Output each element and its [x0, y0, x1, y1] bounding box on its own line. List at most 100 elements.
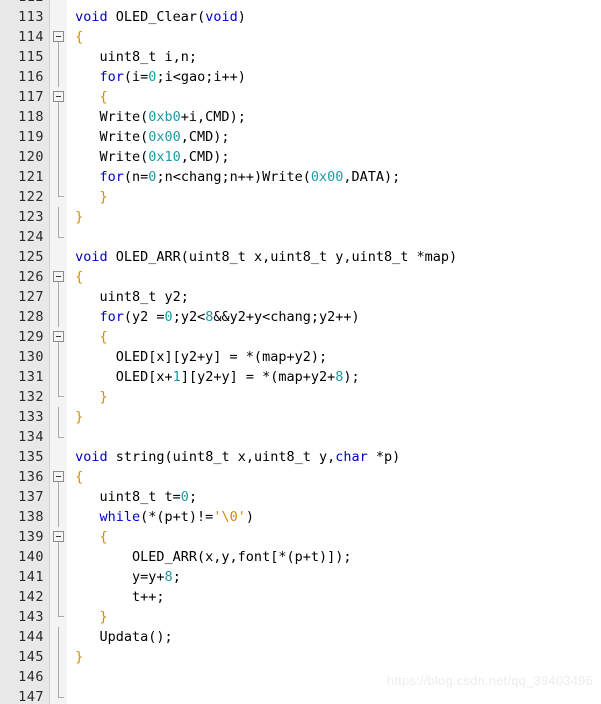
code-token: t++; — [67, 589, 165, 605]
code-line[interactable]: 139 { — [0, 527, 601, 547]
code-text: void OLED_Clear(void) — [67, 7, 246, 27]
code-line[interactable]: 116 for(i=0;i<gao;i++) — [0, 67, 601, 87]
fold-collapse-box[interactable] — [53, 331, 64, 342]
code-line[interactable]: 121 for(n=0;n<chang;n++)Write(0x00,DATA)… — [0, 167, 601, 187]
code-line[interactable]: 143 } — [0, 607, 601, 627]
code-token: { — [99, 529, 108, 545]
code-line[interactable]: 140 OLED_ARR(x,y,font[*(p+t)]); — [0, 547, 601, 567]
code-token: OLED_Clear — [107, 9, 198, 25]
code-line[interactable]: 128 for(y2 =0;y2<8&&y2+y<chang;y2++) — [0, 307, 601, 327]
code-token: ) — [245, 509, 254, 525]
code-token: ; — [172, 569, 181, 585]
line-number: 136 — [18, 469, 44, 485]
code-line[interactable]: 122 } — [0, 187, 601, 207]
code-token: ,CMD); — [180, 149, 230, 165]
fold-collapse-box[interactable] — [53, 531, 64, 542]
code-text: t++; — [67, 587, 165, 607]
watermark-text: https://blog.csdn.net/qq_39403496 — [386, 673, 593, 688]
code-token: (n= — [123, 169, 149, 185]
code-text: OLED[x][y2+y] = *(map+y2); — [67, 347, 327, 367]
line-number: 114 — [18, 29, 44, 45]
code-text: uint8_t i,n; — [67, 47, 198, 67]
code-line[interactable]: 113 void OLED_Clear(void) — [0, 7, 601, 27]
fold-collapse-box[interactable] — [53, 31, 64, 42]
code-line[interactable]: 130 OLED[x][y2+y] = *(map+y2); — [0, 347, 601, 367]
fold-guide-line — [58, 67, 59, 87]
code-token: string(uint8_t x,uint8_t y, — [107, 449, 336, 465]
code-line[interactable]: 144 Updata(); — [0, 627, 601, 647]
code-text: OLED_ARR(x,y,font[*(p+t)]); — [67, 547, 351, 567]
code-line[interactable]: 134 — [0, 427, 601, 447]
code-line[interactable]: 136 { — [0, 467, 601, 487]
line-number: 129 — [18, 329, 44, 345]
code-line[interactable]: 133 } — [0, 407, 601, 427]
code-line[interactable]: 125 void OLED_ARR(uint8_t x,uint8_t y,ui… — [0, 247, 601, 267]
code-editor[interactable]: 112113 void OLED_Clear(void)114 {115 uin… — [0, 0, 601, 704]
fold-guide-line-nested — [58, 387, 64, 397]
line-number: 120 — [18, 149, 44, 165]
fold-guide-line-nested — [58, 167, 59, 187]
code-line[interactable]: 127 uint8_t y2; — [0, 287, 601, 307]
code-text: Write(0x10,CMD); — [67, 147, 230, 167]
code-text: while(*(p+t)!='\0') — [67, 507, 254, 527]
code-line[interactable]: 126 { — [0, 267, 601, 287]
code-line[interactable]: 135 void string(uint8_t x,uint8_t y,char… — [0, 447, 601, 467]
code-line[interactable]: 137 uint8_t t=0; — [0, 487, 601, 507]
fold-guide-line — [58, 47, 59, 67]
code-token: Write( — [67, 129, 149, 145]
code-token: y=y+ — [67, 569, 165, 585]
code-token: ( — [197, 9, 206, 25]
line-number: 144 — [18, 629, 44, 645]
code-line[interactable]: 129 { — [0, 327, 601, 347]
code-token: ;n<chang;n++)Write( — [156, 169, 311, 185]
code-text: uint8_t t=0; — [67, 487, 198, 507]
code-token: Updata(); — [67, 629, 173, 645]
fold-collapse-box[interactable] — [53, 91, 64, 102]
line-number: 116 — [18, 69, 44, 85]
code-line[interactable]: 119 Write(0x00,CMD); — [0, 127, 601, 147]
code-token: void — [205, 9, 238, 25]
fold-guide-line — [58, 487, 59, 507]
code-line[interactable]: 131 OLED[x+1][y2+y] = *(map+y2+8); — [0, 367, 601, 387]
code-token: OLED[x+ — [67, 369, 173, 385]
code-text: for(y2 =0;y2<8&&y2+y<chang;y2++) — [67, 307, 360, 327]
code-line[interactable]: 141 y=y+8; — [0, 567, 601, 587]
code-token: } — [75, 649, 84, 665]
code-line[interactable]: 124 — [0, 227, 601, 247]
code-token: { — [99, 89, 108, 105]
code-text: OLED[x+1][y2+y] = *(map+y2+8); — [67, 367, 360, 387]
line-number: 118 — [18, 109, 44, 125]
code-line[interactable]: 118 Write(0xb0+i,CMD); — [0, 107, 601, 127]
code-line[interactable]: 145 } — [0, 647, 601, 667]
code-line[interactable]: 117 { — [0, 87, 601, 107]
code-line[interactable]: 120 Write(0x10,CMD); — [0, 147, 601, 167]
code-text: { — [67, 27, 83, 47]
code-token: ][y2+y] = *(map+y2+ — [180, 369, 336, 385]
code-line[interactable]: 147 — [0, 687, 601, 704]
code-line[interactable]: 132 } — [0, 387, 601, 407]
fold-guide-line — [58, 207, 59, 227]
code-text: for(n=0;n<chang;n++)Write(0x00,DATA); — [67, 167, 401, 187]
code-line[interactable]: 138 while(*(p+t)!='\0') — [0, 507, 601, 527]
code-token: Write( — [67, 149, 149, 165]
fold-collapse-box[interactable] — [53, 271, 64, 282]
code-token: } — [99, 609, 108, 625]
fold-collapse-box[interactable] — [53, 471, 64, 482]
code-text: } — [67, 407, 83, 427]
code-token: OLED_ARR(uint8_t x,uint8_t y,uint8_t *ma… — [107, 249, 458, 265]
code-line[interactable]: 142 t++; — [0, 587, 601, 607]
code-line[interactable]: 123 } — [0, 207, 601, 227]
line-number: 138 — [18, 509, 44, 525]
line-number: 124 — [18, 229, 44, 245]
code-line[interactable]: 115 uint8_t i,n; — [0, 47, 601, 67]
fold-guide-line-nested — [58, 347, 59, 367]
line-number: 139 — [18, 529, 44, 545]
code-line[interactable]: 114 { — [0, 27, 601, 47]
code-line[interactable]: 112 — [0, 0, 601, 7]
